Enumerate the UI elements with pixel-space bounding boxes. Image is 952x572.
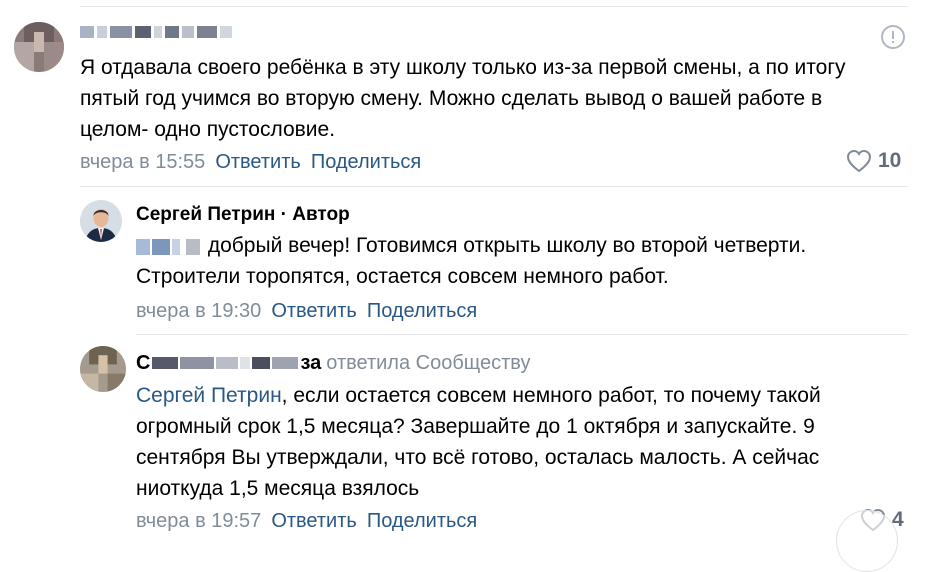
comment3-meta: вчера в 19:57 Ответить Поделиться bbox=[136, 509, 477, 533]
comment2-time[interactable]: вчера в 19:30 bbox=[136, 300, 261, 322]
comment1-divider bbox=[80, 186, 908, 187]
comment3-mention[interactable]: Сергей Петрин bbox=[136, 384, 282, 407]
comment1-avatar[interactable] bbox=[14, 22, 64, 72]
comment3-body: Сергей Петрин, если остается совсем немн… bbox=[136, 380, 904, 504]
comment1-text: Я отдавала своего ребёнка в эту школу то… bbox=[80, 56, 846, 141]
comment1-author-blurred[interactable] bbox=[80, 26, 232, 38]
comment1-time[interactable]: вчера в 15:55 bbox=[80, 151, 205, 173]
comment1-reply-button[interactable]: Ответить bbox=[215, 151, 301, 173]
comment3-author-blurred[interactable] bbox=[152, 357, 299, 369]
comment1-share-button[interactable]: Поделиться bbox=[311, 151, 421, 173]
top-divider bbox=[80, 6, 908, 7]
mention-blurred[interactable] bbox=[136, 235, 202, 257]
comment1-like-button[interactable]: 10 bbox=[846, 149, 901, 173]
comment2-author[interactable]: Сергей Петрин · Автор bbox=[136, 203, 350, 227]
comment2-meta: вчера в 19:30 Ответить Поделиться bbox=[136, 299, 477, 323]
comment2-reply-button[interactable]: Ответить bbox=[271, 300, 357, 322]
comment2-avatar[interactable] bbox=[80, 200, 122, 242]
comment3-replied-to[interactable]: ответила Сообществу bbox=[326, 351, 530, 375]
comment2-text: добрый вечер! Готовимся открыть школу во… bbox=[136, 234, 807, 288]
comment3-avatar[interactable] bbox=[80, 346, 126, 392]
heart-icon bbox=[846, 149, 872, 173]
comment1-meta: вчера в 15:55 Ответить Поделиться bbox=[80, 150, 421, 174]
comment3-author-line: С за ответила Сообществу bbox=[136, 351, 531, 375]
comment2-share-button[interactable]: Поделиться bbox=[367, 300, 477, 322]
comment3-author-end[interactable]: за bbox=[300, 351, 321, 375]
comment1-like-count: 10 bbox=[878, 149, 902, 172]
scroll-up-button[interactable] bbox=[836, 510, 898, 572]
comment3-author-start[interactable]: С bbox=[136, 351, 150, 375]
report-icon[interactable] bbox=[880, 24, 906, 55]
comment3-reply-button[interactable]: Ответить bbox=[271, 510, 357, 532]
comment3-time[interactable]: вчера в 19:57 bbox=[136, 510, 261, 532]
comment2-divider bbox=[136, 334, 908, 335]
comment3-share-button[interactable]: Поделиться bbox=[367, 510, 477, 532]
comment2-body: добрый вечер! Готовимся открыть школу во… bbox=[136, 230, 896, 292]
